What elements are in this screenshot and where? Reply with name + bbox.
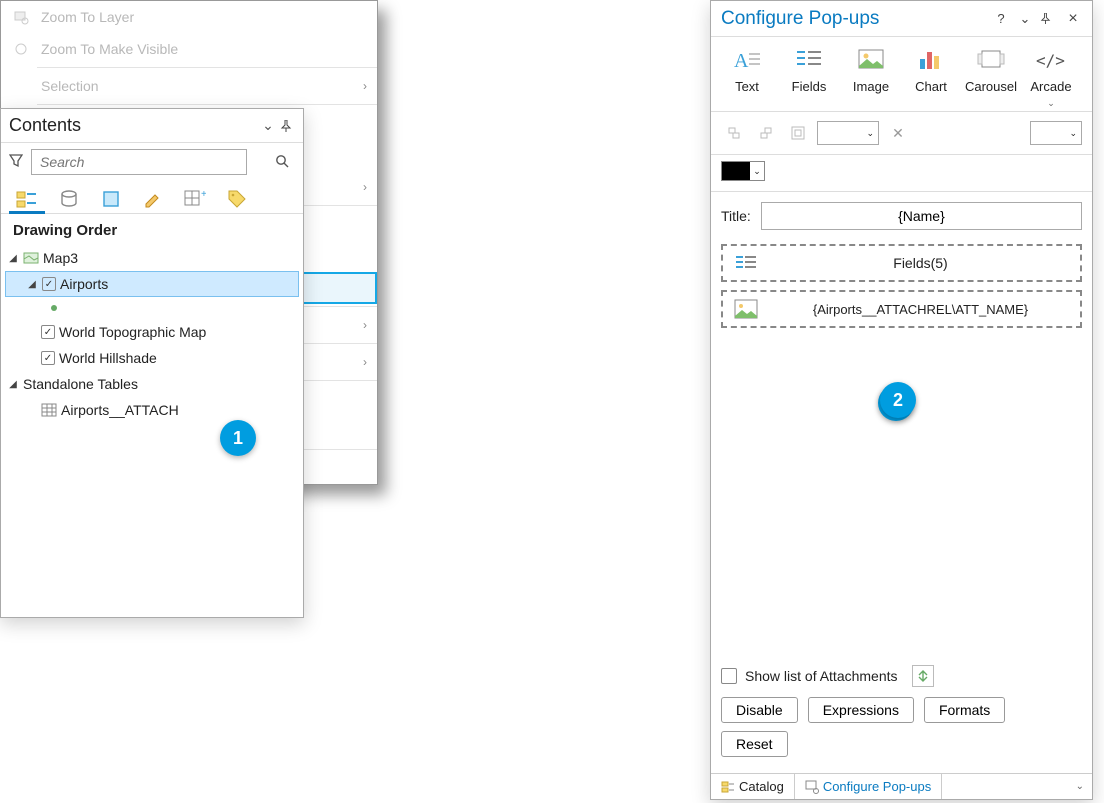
chevron-right-icon: › bbox=[363, 79, 367, 93]
svg-text:+: + bbox=[201, 189, 206, 200]
chevron-down-icon[interactable]: ⌄ bbox=[1016, 11, 1034, 27]
expressions-button[interactable]: Expressions bbox=[808, 697, 914, 723]
add-text-button[interactable]: A Text bbox=[717, 45, 777, 109]
attachments-options-button[interactable] bbox=[912, 665, 934, 687]
popup-title-label: Title: bbox=[721, 208, 751, 224]
fields-icon bbox=[792, 45, 826, 75]
element-ribbon: A Text Fields Image Chart Carousel </> A… bbox=[711, 37, 1092, 112]
tab-configure-popups[interactable]: Configure Pop-ups bbox=[794, 774, 942, 799]
zoom-combo[interactable]: ⌄ bbox=[1030, 121, 1082, 145]
contents-panel: Contents ⌄ + bbox=[0, 108, 304, 618]
checkbox-airports[interactable]: ✓ bbox=[42, 277, 56, 291]
disable-button[interactable]: Disable bbox=[721, 697, 798, 723]
menu-zoom-make-visible[interactable]: Zoom To Make Visible bbox=[1, 33, 377, 65]
chart-icon bbox=[914, 45, 948, 75]
image-icon bbox=[733, 298, 759, 320]
map-node[interactable]: ◢ Map3 bbox=[5, 245, 299, 271]
layer-hillshade[interactable]: ✓ World Hillshade bbox=[5, 345, 299, 371]
add-fields-button[interactable]: Fields bbox=[779, 45, 839, 109]
remove-button[interactable]: ✕ bbox=[885, 120, 911, 146]
configure-footer: Show list of Attachments Disable Express… bbox=[711, 657, 1092, 773]
tab-catalog[interactable]: Catalog bbox=[711, 774, 794, 799]
svg-text:</>: </> bbox=[1036, 51, 1065, 70]
popup-title-input[interactable] bbox=[761, 202, 1082, 230]
table-airports-attach[interactable]: Airports__ATTACH bbox=[5, 397, 299, 423]
add-arcade-button[interactable]: </> Arcade ⌄ bbox=[1023, 45, 1079, 109]
menu-selection[interactable]: Selection › bbox=[1, 70, 377, 102]
popup-title-row: Title: bbox=[711, 192, 1092, 240]
reset-button[interactable]: Reset bbox=[721, 731, 788, 757]
pin-icon[interactable] bbox=[1040, 13, 1058, 24]
standalone-tables-node[interactable]: ◢ Standalone Tables bbox=[5, 371, 299, 397]
add-image-button[interactable]: Image bbox=[841, 45, 901, 109]
map-icon bbox=[23, 251, 39, 265]
element-combo[interactable]: ⌄ bbox=[817, 121, 879, 145]
configure-title: Configure Pop-ups bbox=[721, 8, 879, 30]
toc-tabs: + bbox=[1, 181, 303, 214]
text-icon: A bbox=[730, 45, 764, 75]
catalog-icon bbox=[721, 780, 735, 794]
chevron-down-icon: ⌄ bbox=[1047, 98, 1055, 109]
element-fields[interactable]: Fields(5) bbox=[721, 244, 1082, 282]
contents-title: Contents bbox=[9, 115, 259, 136]
configure-titlebar: Configure Pop-ups ? ⌄ × bbox=[711, 1, 1092, 37]
drawing-order-heading: Drawing Order bbox=[1, 214, 303, 243]
tab-data-source[interactable] bbox=[55, 185, 83, 213]
tab-drawing-order[interactable] bbox=[13, 185, 41, 213]
contents-titlebar: Contents ⌄ bbox=[1, 109, 303, 143]
color-picker[interactable]: ⌄ bbox=[721, 161, 765, 181]
tab-selection[interactable] bbox=[97, 185, 125, 213]
checkbox-wtm[interactable]: ✓ bbox=[41, 325, 55, 339]
callout-badge-1: 1 bbox=[220, 420, 256, 456]
tab-editing[interactable] bbox=[139, 185, 167, 213]
callout-badge-2: 2 bbox=[880, 382, 916, 418]
popup-elements-list: Fields(5) {Airports__ATTACHREL\ATT_NAME} bbox=[711, 240, 1092, 340]
color-toolbar: ⌄ bbox=[711, 155, 1092, 192]
zoom-layer-icon bbox=[11, 7, 31, 27]
pin-icon[interactable] bbox=[277, 117, 295, 135]
carousel-icon bbox=[974, 45, 1008, 75]
arcade-icon: </> bbox=[1034, 45, 1068, 75]
help-icon[interactable]: ? bbox=[992, 11, 1010, 26]
reorder-toolbar: ⌄ ✕ ⌄ bbox=[711, 112, 1092, 155]
table-icon bbox=[41, 403, 57, 417]
chevron-right-icon: › bbox=[363, 180, 367, 194]
search-input[interactable] bbox=[31, 149, 247, 175]
move-up-button[interactable] bbox=[721, 120, 747, 146]
show-attachments-label: Show list of Attachments bbox=[745, 668, 898, 684]
move-down-button[interactable] bbox=[753, 120, 779, 146]
checkbox-hillshade[interactable]: ✓ bbox=[41, 351, 55, 365]
filter-icon[interactable] bbox=[9, 154, 25, 170]
close-icon[interactable]: × bbox=[1064, 10, 1082, 28]
svg-text:A: A bbox=[734, 50, 749, 72]
tabstrip-chevron-icon[interactable]: ⌄ bbox=[1076, 781, 1092, 792]
menu-zoom-to-layer[interactable]: Zoom To Layer bbox=[1, 1, 377, 33]
configure-popups-icon bbox=[805, 780, 819, 794]
show-attachments-checkbox[interactable] bbox=[721, 668, 737, 684]
tab-labeling[interactable] bbox=[223, 185, 251, 213]
add-chart-button[interactable]: Chart bbox=[903, 45, 959, 109]
layer-world-topo[interactable]: ✓ World Topographic Map bbox=[5, 319, 299, 345]
chevron-right-icon: › bbox=[363, 355, 367, 369]
search-icon[interactable] bbox=[275, 154, 289, 168]
image-icon bbox=[854, 45, 888, 75]
tab-snapping[interactable]: + bbox=[181, 185, 209, 213]
add-carousel-button[interactable]: Carousel bbox=[961, 45, 1021, 109]
zoom-visible-icon bbox=[11, 39, 31, 59]
chevron-down-icon[interactable]: ⌄ bbox=[259, 117, 277, 135]
search-row bbox=[1, 143, 303, 181]
layer-symbol bbox=[5, 297, 299, 319]
pane-tabstrip: Catalog Configure Pop-ups ⌄ bbox=[711, 773, 1092, 799]
layer-tree: ◢ Map3 ◢ ✓ Airports ✓ World Topographic … bbox=[1, 243, 303, 431]
layer-airports[interactable]: ◢ ✓ Airports bbox=[5, 271, 299, 297]
group-button[interactable] bbox=[785, 120, 811, 146]
fields-icon bbox=[733, 252, 759, 274]
formats-button[interactable]: Formats bbox=[924, 697, 1005, 723]
chevron-right-icon: › bbox=[363, 318, 367, 332]
element-image[interactable]: {Airports__ATTACHREL\ATT_NAME} bbox=[721, 290, 1082, 328]
